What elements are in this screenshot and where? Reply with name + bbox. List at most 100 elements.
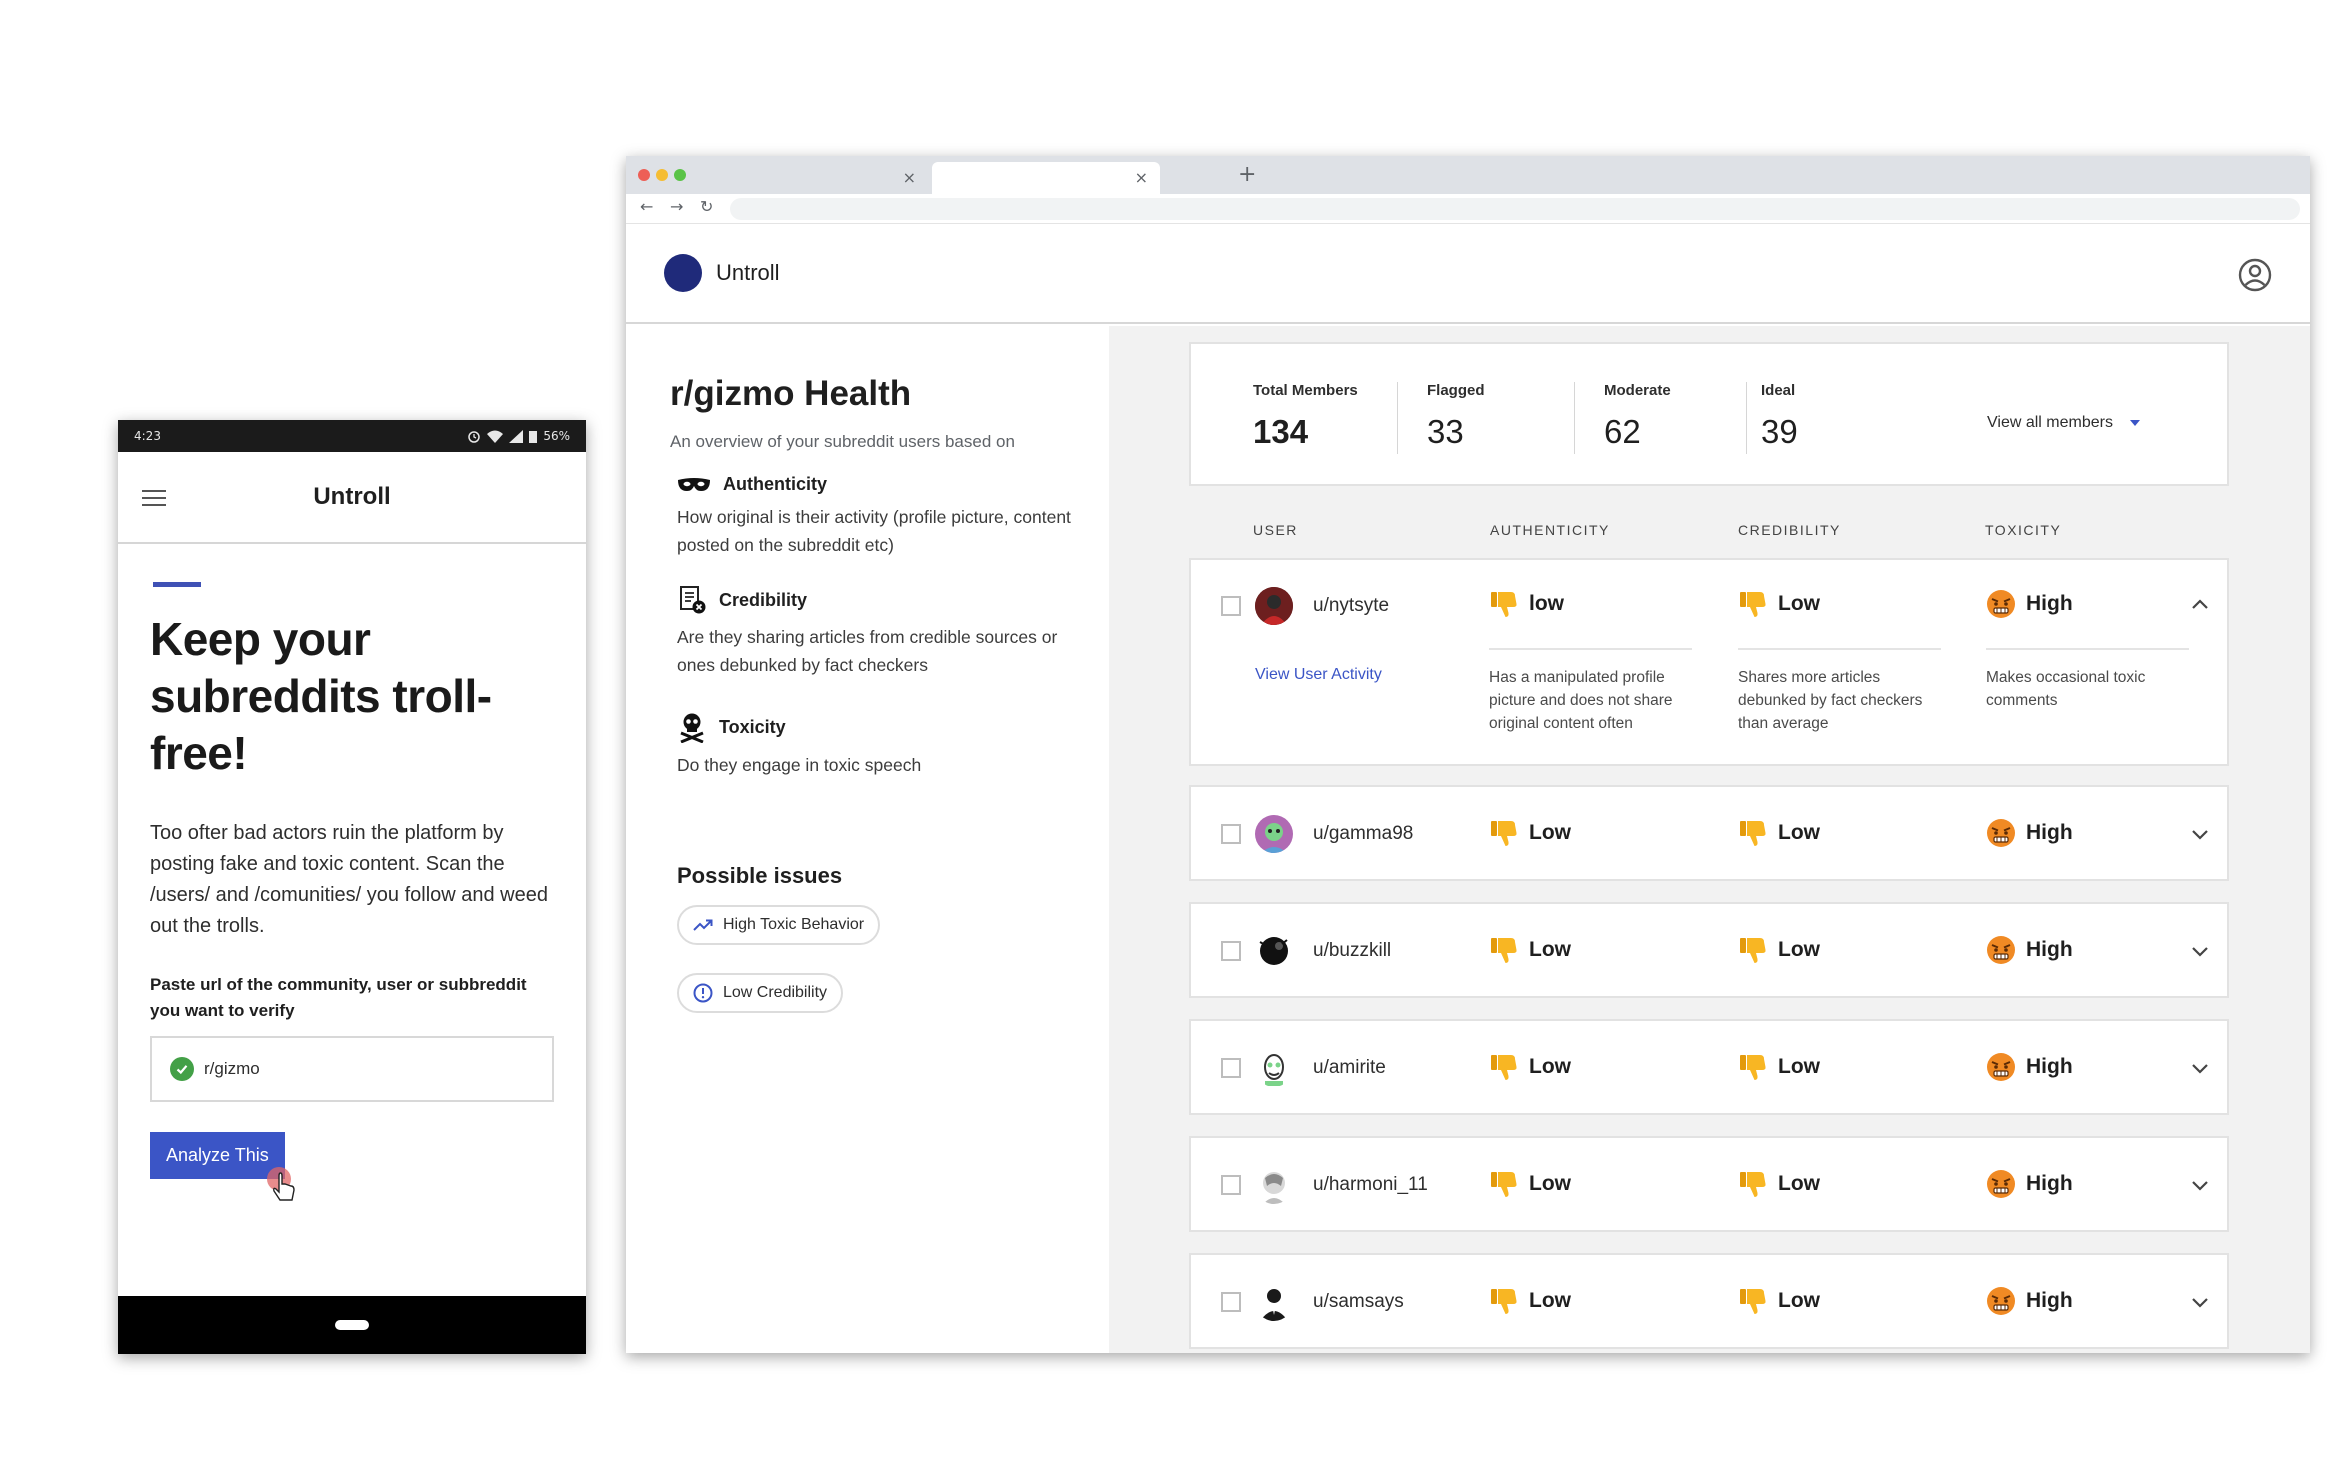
- url-field-label: Paste url of the community, user or subb…: [150, 975, 527, 1020]
- angry-face-icon: [1987, 1053, 2015, 1081]
- divider: [1986, 648, 2189, 650]
- chevron-up-icon[interactable]: [2191, 598, 2209, 610]
- reload-icon[interactable]: ↻: [700, 197, 713, 216]
- row-checkbox[interactable]: [1221, 1058, 1241, 1078]
- angry-face-icon: [1987, 936, 2015, 964]
- divider: [1738, 648, 1941, 650]
- credibility-rating: Low: [1738, 589, 1820, 619]
- maximize-window-dot[interactable]: [674, 169, 686, 181]
- authenticity-rating: Low: [1489, 1286, 1571, 1316]
- username[interactable]: u/buzzkill: [1313, 940, 1391, 962]
- member-row[interactable]: u/gamma98 Low Low High: [1189, 785, 2229, 881]
- browser-tab-2[interactable]: ×: [932, 162, 1160, 194]
- row-checkbox[interactable]: [1221, 941, 1241, 961]
- minimize-window-dot[interactable]: [656, 169, 668, 181]
- forward-icon[interactable]: →: [670, 197, 683, 216]
- close-tab-icon[interactable]: ×: [903, 168, 916, 187]
- angry-face-icon: [1987, 819, 2015, 847]
- stat-flagged: Flagged 33: [1427, 382, 1485, 451]
- android-nav-bar: [118, 1296, 586, 1354]
- username[interactable]: u/gamma98: [1313, 823, 1413, 845]
- credibility-rating: Low: [1738, 1169, 1820, 1199]
- menu-icon[interactable]: [142, 490, 166, 506]
- status-time: 4:23: [134, 429, 161, 443]
- stat-label: Flagged: [1427, 382, 1485, 399]
- authenticity-rating: low: [1489, 589, 1564, 619]
- chevron-down-icon[interactable]: [2191, 1180, 2209, 1192]
- account-icon[interactable]: [2238, 258, 2272, 292]
- member-row-expanded[interactable]: u/nytsyte low Low High View User Activit…: [1189, 558, 2229, 766]
- username[interactable]: u/samsays: [1313, 1291, 1404, 1313]
- back-icon[interactable]: ←: [640, 197, 653, 216]
- stat-label: Moderate: [1604, 382, 1671, 399]
- member-row[interactable]: u/amirite Low Low High: [1189, 1019, 2229, 1115]
- chevron-down-icon[interactable]: [2191, 1063, 2209, 1075]
- authenticity-rating: Low: [1489, 1052, 1571, 1082]
- url-bar[interactable]: [730, 198, 2300, 220]
- avatar: [1255, 1049, 1293, 1087]
- phone-content: Keep your subreddits troll-free! Too oft…: [118, 544, 586, 1179]
- rating-label: Low: [1778, 1055, 1820, 1078]
- rating-label: Low: [1529, 1055, 1571, 1078]
- stat-label: Total Members: [1253, 382, 1358, 399]
- check-circle-icon: [170, 1057, 194, 1081]
- row-checkbox[interactable]: [1221, 824, 1241, 844]
- toxicity-rating: High: [1986, 1286, 2073, 1316]
- hero-heading: Keep your subreddits troll-free!: [150, 613, 492, 779]
- mask-icon: [678, 477, 710, 491]
- authenticity-rating: Low: [1489, 935, 1571, 965]
- username[interactable]: u/harmoni_11: [1313, 1174, 1428, 1196]
- address-bar: ← → ↻: [626, 194, 2310, 224]
- home-pill[interactable]: [335, 1320, 369, 1330]
- phone-mockup: 4:23 56% Untroll Keep your subreddits tr…: [118, 420, 586, 1354]
- metric-toxicity: Toxicity Do they engage in toxic speech: [670, 711, 1109, 779]
- rating-label: Low: [1778, 1289, 1820, 1312]
- thumbs-down-icon: [1491, 1289, 1517, 1314]
- metric-description: Are they sharing articles from credible …: [677, 627, 1058, 675]
- stat-value: 134: [1253, 413, 1309, 450]
- stat-ideal: Ideal 39: [1761, 382, 1798, 451]
- thumbs-down-icon: [1491, 938, 1517, 963]
- issue-chip-high-toxic[interactable]: High Toxic Behavior: [677, 905, 881, 945]
- chevron-down-icon[interactable]: [2191, 829, 2209, 841]
- rating-label: Low: [1529, 821, 1571, 844]
- rating-label: High: [2026, 1289, 2073, 1312]
- toxicity-detail: Makes occasional toxic comments: [1986, 669, 2146, 709]
- url-input[interactable]: r/gizmo: [150, 1036, 554, 1102]
- authenticity-detail: Has a manipulated profile picture and do…: [1489, 669, 1673, 732]
- browser-tab-1[interactable]: ×: [696, 162, 928, 194]
- member-row[interactable]: u/samsays Low Low High: [1189, 1253, 2229, 1349]
- member-row[interactable]: u/buzzkill Low Low High: [1189, 902, 2229, 998]
- credibility-rating: Low: [1738, 1286, 1820, 1316]
- thumbs-down-icon: [1740, 1172, 1766, 1197]
- close-window-dot[interactable]: [638, 169, 650, 181]
- analyze-button[interactable]: Analyze This: [150, 1132, 285, 1179]
- metric-title: Authenticity: [723, 474, 828, 494]
- row-checkbox[interactable]: [1221, 596, 1241, 616]
- username[interactable]: u/nytsyte: [1313, 595, 1389, 617]
- member-row[interactable]: u/harmoni_11 Low Low High: [1189, 1136, 2229, 1232]
- stat-value: 62: [1604, 413, 1641, 450]
- browser-window: × × + ← → ↻ Untroll r/gizmo Health An ov…: [626, 156, 2310, 1353]
- status-icons: 56%: [467, 429, 570, 443]
- row-checkbox[interactable]: [1221, 1175, 1241, 1195]
- info-circle-icon: [693, 983, 713, 1003]
- issue-chip-low-credibility[interactable]: Low Credibility: [677, 973, 844, 1013]
- rating-label: Low: [1529, 1172, 1571, 1195]
- chevron-down-icon[interactable]: [2191, 1297, 2209, 1309]
- chevron-down-icon[interactable]: [2191, 946, 2209, 958]
- avatar: [1255, 1283, 1293, 1321]
- close-tab-icon[interactable]: ×: [1135, 168, 1148, 187]
- tab-strip: × × +: [626, 156, 2310, 194]
- trending-up-icon: [693, 919, 713, 931]
- view-user-activity-link[interactable]: View User Activity: [1255, 666, 1382, 684]
- battery-level: 56%: [543, 429, 570, 443]
- username[interactable]: u/amirite: [1313, 1057, 1386, 1079]
- rating-label: Low: [1529, 938, 1571, 961]
- row-checkbox[interactable]: [1221, 1292, 1241, 1312]
- members-panel: Total Members 134 Flagged 33 Moderate 62…: [1109, 326, 2310, 1353]
- new-tab-button[interactable]: +: [1238, 162, 1256, 187]
- credibility-rating: Low: [1738, 818, 1820, 848]
- toxicity-rating: High: [1986, 935, 2073, 965]
- view-all-members-dropdown[interactable]: View all members: [1987, 414, 2141, 432]
